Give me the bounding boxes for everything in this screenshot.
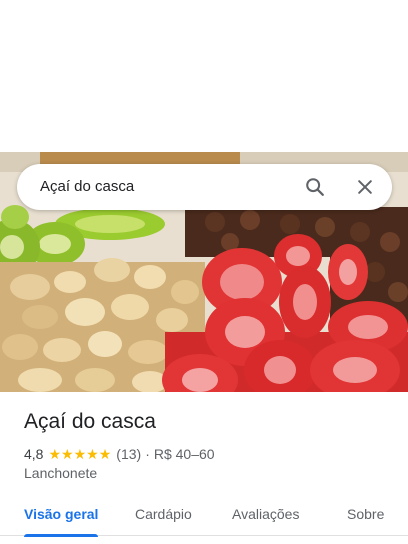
rating-stars: ★ ★ ★ ★ ★ [48, 447, 111, 461]
separator-dot: · [145, 446, 150, 462]
tab-menu[interactable]: Cardápio [135, 506, 192, 522]
blank-header-area [0, 0, 408, 152]
rating-row[interactable]: 4,8 ★ ★ ★ ★ ★ (13) · R$ 40–60 [24, 445, 215, 463]
tab-about[interactable]: Sobre [347, 506, 384, 522]
tab-overview[interactable]: Visão geral [24, 506, 98, 522]
place-info-panel: Açaí do casca 4,8 ★ ★ ★ ★ ★ (13) · R$ 40… [0, 392, 408, 544]
place-tabs: Visão geral Cardápio Avaliações Sobre [0, 496, 408, 537]
search-bar[interactable]: Açaí do casca [17, 164, 392, 210]
star-icon: ★ [48, 446, 62, 462]
search-input[interactable]: Açaí do casca [40, 164, 134, 210]
tab-reviews[interactable]: Avaliações [232, 506, 299, 522]
star-icon: ★ [73, 446, 87, 462]
rating-value: 4,8 [24, 446, 44, 462]
search-icon[interactable] [302, 174, 328, 200]
price-range: R$ 40–60 [153, 446, 215, 462]
star-icon: ★ [98, 446, 112, 462]
place-title: Açaí do casca [24, 410, 156, 433]
close-icon[interactable] [352, 174, 378, 200]
place-category: Lanchonete [24, 465, 98, 481]
star-icon: ★ [86, 446, 99, 462]
star-icon: ★ [61, 446, 74, 462]
review-count: (13) [116, 446, 142, 462]
active-tab-indicator [24, 534, 98, 537]
